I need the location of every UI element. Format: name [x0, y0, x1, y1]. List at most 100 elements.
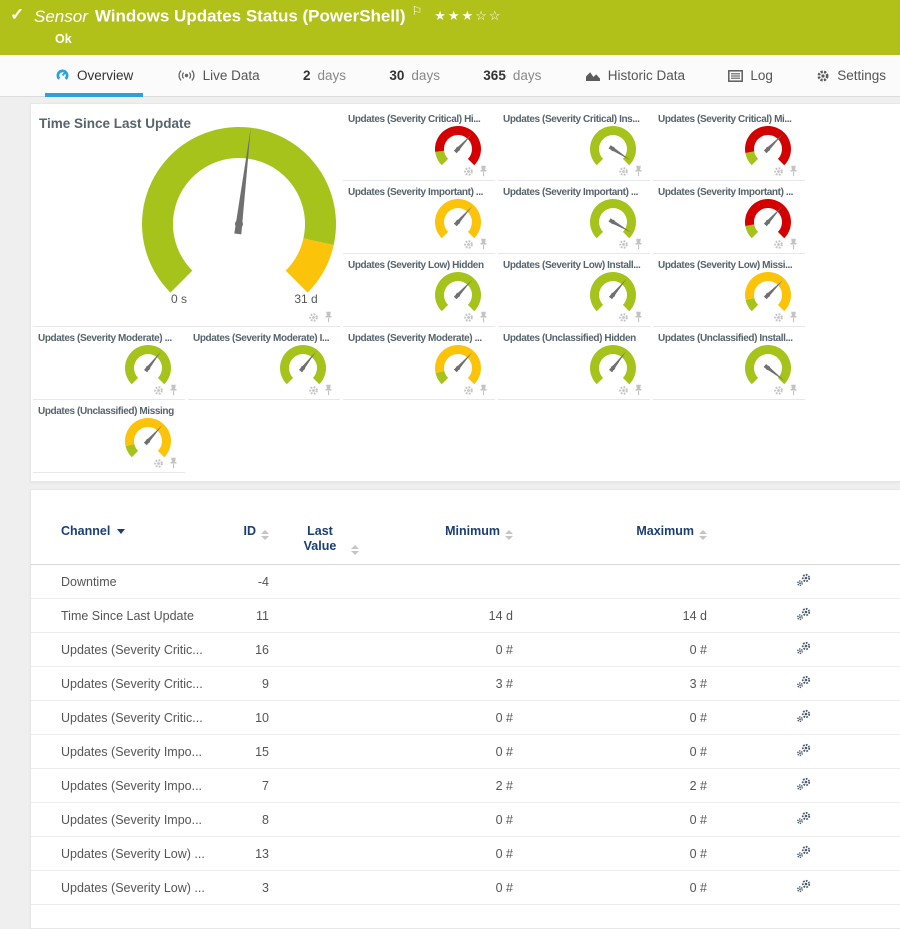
gauge-tile[interactable]: Updates (Unclassified) Install...: [653, 327, 805, 400]
tab-settings[interactable]: Settings: [816, 55, 886, 96]
gauge-tile[interactable]: Updates (Severity Important) ...: [498, 181, 650, 254]
channel-name: Updates (Severity Impo...: [61, 745, 221, 759]
pin-icon[interactable]: [789, 384, 798, 396]
gear-icon[interactable]: [463, 312, 474, 323]
pin-icon[interactable]: [789, 238, 798, 250]
pin-icon[interactable]: [479, 165, 488, 177]
channel-settings-button[interactable]: [796, 709, 812, 723]
gauge-tile[interactable]: Updates (Severity Low) Missi...: [653, 254, 805, 327]
table-row: Downtime-4: [31, 565, 900, 599]
gear-icon[interactable]: [618, 385, 629, 396]
channel-name: Updates (Severity Critic...: [61, 677, 221, 691]
gauge-tile[interactable]: Updates (Severity Critical) Ins...: [498, 108, 650, 181]
gear-icon[interactable]: [618, 166, 629, 177]
gauge-tile[interactable]: Updates (Severity Critical) Mi...: [653, 108, 805, 181]
gauge-tile[interactable]: Updates (Severity Moderate) ...: [343, 327, 495, 400]
channel-settings-button[interactable]: [796, 573, 812, 587]
gauge-tile[interactable]: Updates (Severity Critical) Hi...: [343, 108, 495, 181]
gear-icon[interactable]: [153, 385, 164, 396]
pin-icon[interactable]: [634, 165, 643, 177]
tile-actions: [618, 384, 643, 396]
priority-stars[interactable]: ★★★☆☆: [434, 8, 502, 23]
pin-icon[interactable]: [789, 311, 798, 323]
pin-icon[interactable]: [634, 238, 643, 250]
gear-icon[interactable]: [773, 239, 784, 250]
channel-settings-button[interactable]: [796, 879, 812, 893]
gear-icon[interactable]: [773, 385, 784, 396]
channel-name: Updates (Severity Impo...: [61, 813, 221, 827]
channel-id: 11: [221, 609, 269, 623]
gear-icon[interactable]: [463, 166, 474, 177]
pin-icon[interactable]: [634, 384, 643, 396]
channel-maximum: 0 #: [513, 745, 707, 759]
gear-icon[interactable]: [463, 239, 474, 250]
gear-icon[interactable]: [463, 385, 474, 396]
column-header-maximum[interactable]: Maximum: [513, 524, 707, 540]
channel-name: Updates (Severity Low) ...: [61, 881, 221, 895]
pin-icon[interactable]: [324, 384, 333, 396]
channel-settings-button[interactable]: [796, 811, 812, 825]
channel-id: 10: [221, 711, 269, 725]
gauge-tile[interactable]: Updates (Unclassified) Missing: [33, 400, 185, 473]
tab-historic-data[interactable]: Historic Data: [585, 55, 685, 96]
sort-icon: [505, 530, 513, 540]
gauge-tile[interactable]: Updates (Severity Low) Hidden: [343, 254, 495, 327]
gauge-tile[interactable]: Updates (Severity Low) Install...: [498, 254, 650, 327]
gear-icon[interactable]: [153, 458, 164, 469]
gear-icon[interactable]: [308, 385, 319, 396]
tab-overview[interactable]: Overview: [55, 55, 133, 96]
column-header-channel[interactable]: Channel: [61, 524, 221, 539]
column-label: Minimum: [445, 524, 500, 538]
pin-icon[interactable]: [324, 311, 333, 323]
tab-2-days[interactable]: 2days: [303, 55, 346, 96]
column-header-minimum[interactable]: Minimum: [384, 524, 513, 540]
gear-icon[interactable]: [618, 312, 629, 323]
log-icon: [728, 70, 743, 82]
gauge-tile[interactable]: Updates (Severity Important) ...: [653, 181, 805, 254]
channel-maximum: 2 #: [513, 779, 707, 793]
channel-settings-button[interactable]: [796, 675, 812, 689]
channel-settings-button[interactable]: [796, 777, 812, 791]
table-row: Updates (Severity Low) ...130 #0 #: [31, 837, 900, 871]
pin-icon[interactable]: [169, 384, 178, 396]
channel-settings-button[interactable]: [796, 607, 812, 621]
table-row: Updates (Severity Impo...150 #0 #: [31, 735, 900, 769]
tab-label: Settings: [837, 68, 886, 83]
tab-log[interactable]: Log: [728, 55, 773, 96]
gauge-tile[interactable]: Updates (Unclassified) Hidden: [498, 327, 650, 400]
gear-icon[interactable]: [773, 312, 784, 323]
tab-30-days[interactable]: 30days: [389, 55, 440, 96]
channel-settings-button[interactable]: [796, 845, 812, 859]
flag-icon[interactable]: ⚐: [411, 4, 422, 18]
channel-maximum: 3 #: [513, 677, 707, 691]
channel-settings-button[interactable]: [796, 641, 812, 655]
column-header-last-value[interactable]: Last Value: [269, 524, 384, 555]
gear-icon[interactable]: [773, 166, 784, 177]
table-row: Updates (Severity Critic...100 #0 #: [31, 701, 900, 735]
channel-settings-cell: [707, 845, 900, 862]
column-label: Channel: [61, 524, 110, 538]
channel-settings-button[interactable]: [796, 743, 812, 757]
column-header-id[interactable]: ID: [221, 524, 269, 540]
tab-live-data[interactable]: Live Data: [177, 55, 260, 96]
gear-icon[interactable]: [308, 312, 319, 323]
tile-actions: [153, 457, 178, 469]
tab-365-days[interactable]: 365days: [483, 55, 541, 96]
table-row: Updates (Severity Impo...80 #0 #: [31, 803, 900, 837]
channel-id: 16: [221, 643, 269, 657]
channel-name: Updates (Severity Critic...: [61, 643, 221, 657]
pin-icon[interactable]: [169, 457, 178, 469]
pin-icon[interactable]: [634, 311, 643, 323]
tab-days-number: 365: [483, 68, 506, 83]
channel-minimum: 14 d: [384, 609, 513, 623]
pin-icon[interactable]: [479, 238, 488, 250]
channels-table-panel: Channel IDLast Value Minimum Maximum Downti…: [30, 489, 900, 929]
gauge-tile[interactable]: Updates (Severity Moderate) I...: [188, 327, 340, 400]
main-gauge-tile[interactable]: Time Since Last Update 0 s 31 d: [33, 108, 340, 327]
pin-icon[interactable]: [479, 311, 488, 323]
gauge-tile[interactable]: Updates (Severity Moderate) ...: [33, 327, 185, 400]
pin-icon[interactable]: [479, 384, 488, 396]
gauge-tile[interactable]: Updates (Severity Important) ...: [343, 181, 495, 254]
pin-icon[interactable]: [789, 165, 798, 177]
gear-icon[interactable]: [618, 239, 629, 250]
